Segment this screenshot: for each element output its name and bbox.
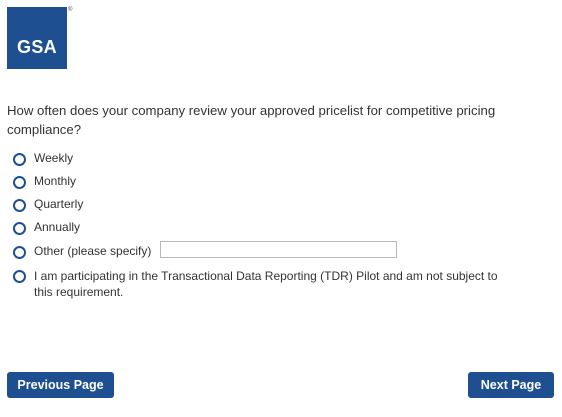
survey-page: GSA ® How often does your company review… bbox=[0, 0, 562, 417]
option-label: Other (please specify) bbox=[34, 244, 152, 258]
radio-button[interactable] bbox=[13, 153, 26, 166]
option-label: Quarterly bbox=[34, 197, 84, 211]
other-specify-input[interactable] bbox=[160, 241, 397, 258]
registered-trademark-mark: ® bbox=[68, 7, 73, 13]
gsa-logo: GSA bbox=[7, 7, 67, 69]
gsa-logo-text: GSA bbox=[17, 37, 57, 57]
option-label: Monthly bbox=[34, 174, 77, 188]
survey-question: How often does your company review your … bbox=[7, 103, 496, 137]
radio-button[interactable] bbox=[13, 222, 26, 235]
option-label: Annually bbox=[34, 220, 81, 234]
radio-button[interactable] bbox=[13, 176, 26, 189]
previous-page-button[interactable]: Previous Page bbox=[7, 372, 114, 398]
next-page-button[interactable]: Next Page bbox=[468, 372, 554, 398]
radio-button[interactable] bbox=[13, 246, 26, 259]
radio-button[interactable] bbox=[13, 199, 26, 212]
option-label: Weekly bbox=[34, 151, 74, 165]
option-label: I am participating in the Transactional … bbox=[34, 269, 498, 299]
radio-button[interactable] bbox=[13, 270, 26, 283]
